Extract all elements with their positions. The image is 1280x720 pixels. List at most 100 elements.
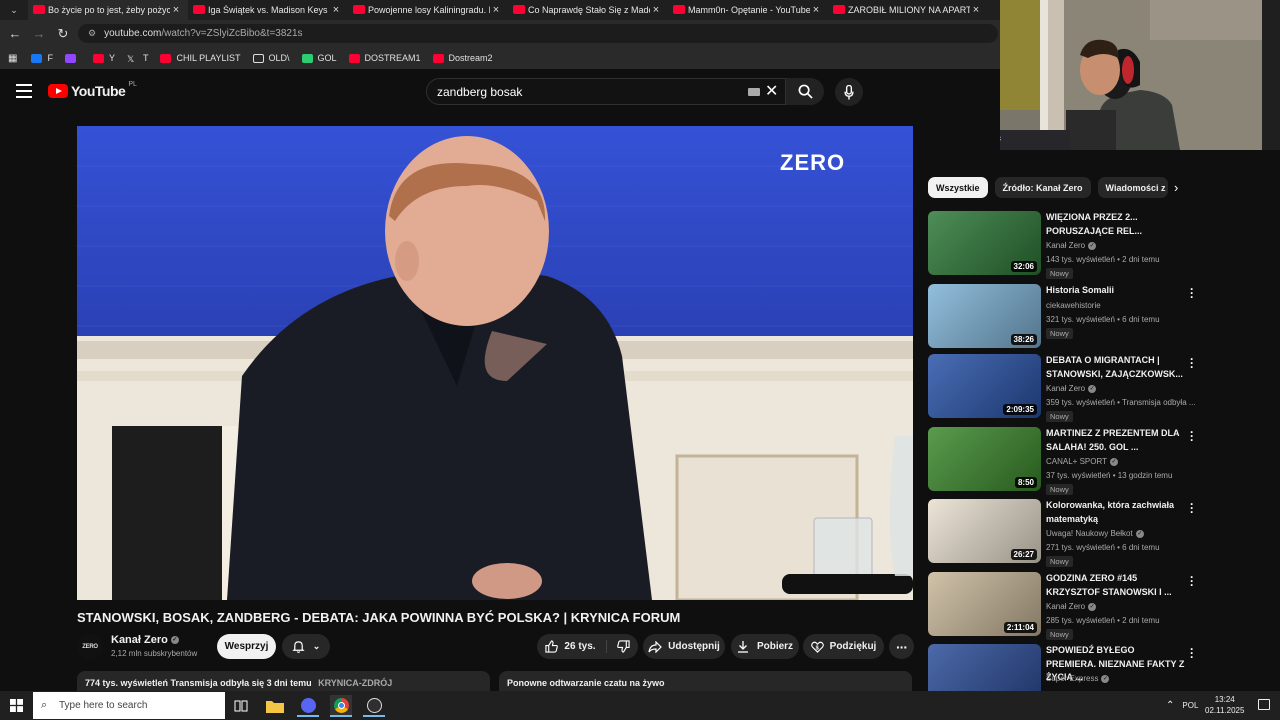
file-explorer-icon[interactable] — [264, 695, 286, 717]
notifications-button[interactable]: ⌄ — [282, 634, 330, 659]
tab-close-icon[interactable]: × — [650, 4, 662, 16]
thanks-button[interactable]: $ Podziękuj — [803, 634, 884, 659]
site-info-icon[interactable]: ⚙ — [88, 28, 96, 39]
browser-tab[interactable]: Iga Świątek vs. Madison Keys | Skrót× — [188, 0, 348, 20]
like-button[interactable]: 26 tys. — [545, 640, 607, 653]
video-player[interactable]: ZERO — [77, 126, 913, 600]
search-button[interactable] — [786, 78, 824, 105]
dislike-button[interactable] — [607, 640, 630, 653]
browser-tab[interactable]: Mamm0n- Opętanie - YouTube × — [668, 0, 828, 20]
tab-close-icon[interactable]: × — [330, 4, 342, 16]
video-thumbnail[interactable]: 32:06 — [928, 211, 1041, 275]
recommended-video[interactable]: 26:27 Kolorowanka, która zachwiała matema… — [928, 498, 1258, 567]
recommended-video[interactable]: 2:11:04 GODZINA ZERO #145 KRZYSZTOF STANO… — [928, 571, 1258, 640]
bookmark-item[interactable]: F — [31, 53, 53, 63]
recommended-video-title[interactable]: MARTINEZ Z PREZENTEM DLA SALAHA! 250. GO… — [1046, 427, 1186, 454]
bookmark-item[interactable]: Dostream2 — [432, 53, 493, 63]
taskbar-app-icon[interactable] — [297, 695, 319, 717]
recommended-video-title[interactable]: Kolorowanka, która zachwiała matematyką — [1046, 499, 1186, 526]
recommended-channel[interactable]: Uwaga! Naukowy Bełkot ✓ — [1046, 529, 1144, 538]
description-box[interactable]: 774 tys. wyświetleń Transmisja odbyła si… — [77, 671, 490, 693]
share-button[interactable]: Udostępnij — [643, 634, 725, 659]
more-vertical-icon[interactable]: · · · — [1188, 498, 1196, 518]
apps-grid-icon[interactable]: ▦ — [8, 53, 17, 64]
support-button[interactable]: Wesprzyj — [217, 634, 276, 659]
tab-close-icon[interactable]: × — [490, 4, 502, 16]
tab-search-icon[interactable]: ⌄ — [0, 0, 28, 20]
voice-search-button[interactable] — [835, 78, 863, 106]
recommended-video-title[interactable]: WIĘZIONA PRZEZ 2... PORUSZAJĄCE REL... — [1046, 211, 1186, 238]
clear-search-icon[interactable]: ✕ — [765, 81, 778, 101]
chat-replay-panel[interactable]: Ponowne odtwarzanie czatu na żywo — [499, 671, 912, 693]
video-thumbnail[interactable]: 8:50 — [928, 427, 1041, 491]
recommended-channel[interactable]: Super Express ✓ — [1046, 674, 1110, 683]
bookmark-item[interactable]: 𝕏T — [127, 53, 149, 64]
windows-start-button[interactable] — [0, 691, 32, 720]
recommended-video[interactable]: 2:09:35 DEBATA O MIGRANTACH | STANOWSKI, … — [928, 353, 1258, 422]
tray-chevron-up-icon[interactable]: ⌃ — [1166, 700, 1174, 711]
youtube-logo[interactable]: YouTube PL — [48, 81, 137, 99]
tab-close-icon[interactable]: × — [170, 4, 182, 16]
browser-tab[interactable]: Bo życie po to jest, żeby pożyczać× — [28, 0, 188, 20]
video-thumbnail[interactable]: 2:11:04 — [928, 572, 1041, 636]
notifications-icon[interactable] — [1258, 699, 1270, 710]
back-arrow-icon[interactable]: ← — [3, 26, 27, 41]
chevron-right-icon[interactable]: › — [1174, 180, 1178, 195]
language-indicator[interactable]: POL — [1182, 701, 1198, 710]
bookmark-favicon-icon — [92, 53, 104, 63]
recommended-video[interactable]: 8:50 MARTINEZ Z PREZENTEM DLA SALAHA! 250… — [928, 426, 1258, 495]
more-vertical-icon[interactable]: · · · — [1188, 643, 1196, 663]
bookmark-item[interactable]: Y — [92, 53, 115, 63]
recommended-channel[interactable]: Kanał Zero ✓ — [1046, 384, 1097, 393]
more-vertical-icon[interactable]: · · · — [1188, 283, 1196, 303]
subscriber-count: 2,12 mln subskrybentów — [111, 649, 198, 658]
recommended-video-title[interactable]: GODZINA ZERO #145 KRZYSZTOF STANOWSKI I … — [1046, 572, 1186, 599]
filter-chip[interactable]: Wiadomości z — [1097, 177, 1168, 198]
more-vertical-icon[interactable]: · · · — [1188, 353, 1196, 373]
download-button[interactable]: Pobierz — [731, 634, 799, 659]
verified-icon: ✓ — [1088, 384, 1097, 393]
video-thumbnail[interactable]: 2:09:35 — [928, 354, 1041, 418]
browser-tab[interactable]: Powojenne losy Kaliningradu. Podróże× — [348, 0, 508, 20]
recommended-video-title[interactable]: DEBATA O MIGRANTACH | STANOWSKI, ZAJĄCZK… — [1046, 354, 1186, 381]
recommended-video-title[interactable]: Historia Somalii — [1046, 284, 1186, 298]
recommended-video[interactable]: 32:06 WIĘZIONA PRZEZ 2... PORUSZAJĄCE REL… — [928, 211, 1258, 279]
clock[interactable]: 13:24 02.11.2025 — [1205, 694, 1244, 716]
recommended-channel[interactable]: ciekawehistorie — [1046, 301, 1101, 310]
obs-icon[interactable] — [363, 695, 385, 717]
bookmark-item[interactable]: GOL — [301, 53, 337, 63]
search-input[interactable]: zandberg bosak — [426, 78, 786, 105]
recommended-channel[interactable]: Kanał Zero ✓ — [1046, 602, 1097, 611]
more-vertical-icon[interactable]: · · · — [1188, 571, 1196, 591]
tab-close-icon[interactable]: × — [810, 4, 822, 16]
recommended-channel[interactable]: CANAL+ SPORT ✓ — [1046, 457, 1118, 466]
location-tag[interactable]: KRYNICA-ZDRÓJ — [318, 678, 392, 688]
bookmark-favicon-icon — [432, 53, 444, 63]
video-thumbnail[interactable]: 38:26 — [928, 284, 1041, 348]
chrome-icon[interactable] — [330, 695, 352, 717]
bookmark-item[interactable] — [64, 53, 81, 63]
keyboard-icon[interactable] — [748, 88, 760, 96]
task-view-icon[interactable] — [230, 695, 252, 717]
forward-arrow-icon[interactable]: → — [27, 26, 51, 41]
recommended-video[interactable]: 38:26 Historia Somalii ciekawehistorie 321 … — [928, 283, 1258, 350]
more-actions-button[interactable]: ··· — [889, 634, 914, 659]
like-count: 26 tys. — [564, 641, 596, 652]
recommended-channel[interactable]: Kanał Zero ✓ — [1046, 241, 1097, 250]
bookmark-item[interactable]: DOSTREAM1 — [348, 53, 421, 63]
browser-tab[interactable]: Co Naprawdę Stało Się z Madeleine× — [508, 0, 668, 20]
tab-close-icon[interactable]: × — [970, 4, 982, 16]
bookmark-item[interactable]: OLD\ — [252, 53, 290, 63]
filter-chip[interactable]: Źródło: Kanał Zero — [994, 177, 1091, 198]
taskbar-search-input[interactable]: ⌕ Type here to search — [33, 692, 225, 719]
channel-name[interactable]: Kanał Zero ✓ — [111, 634, 179, 646]
reload-icon[interactable]: ↻ — [51, 26, 75, 42]
url-bar[interactable]: ⚙ youtube.com/watch?v=ZSlyiZcBibo&t=3821… — [78, 24, 998, 43]
menu-icon[interactable] — [16, 84, 32, 98]
more-vertical-icon[interactable]: · · · — [1188, 426, 1196, 446]
filter-chip[interactable]: Wszystkie — [928, 177, 988, 198]
video-thumbnail[interactable]: 26:27 — [928, 499, 1041, 563]
bookmark-item[interactable]: CHIL PLAYLIST — [160, 53, 241, 63]
browser-tab[interactable]: ZAROBIŁ MILIONY NA APARTAMENTACH× — [828, 0, 988, 20]
channel-avatar[interactable]: ZERO — [77, 634, 103, 660]
